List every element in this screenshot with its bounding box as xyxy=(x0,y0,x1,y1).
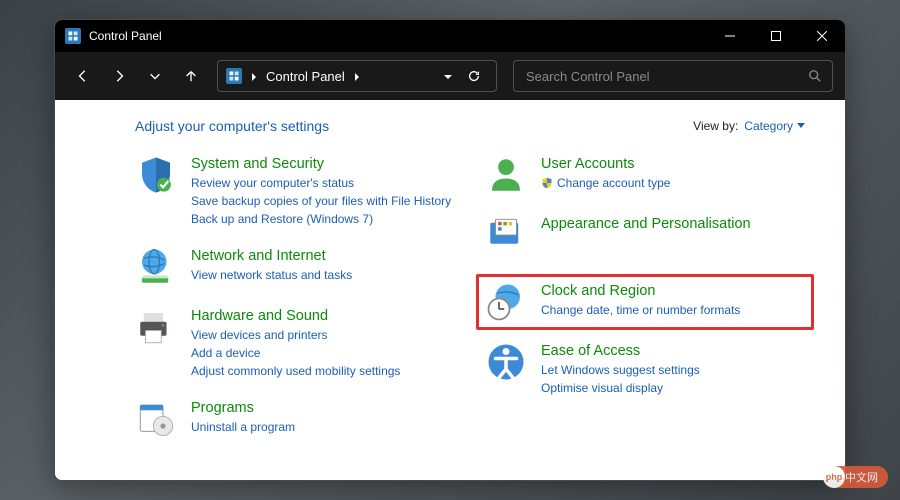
category-programs: Programs Uninstall a program xyxy=(135,398,455,440)
category-network: Network and Internet View network status… xyxy=(135,246,455,288)
category-sublink[interactable]: View network status and tasks xyxy=(191,266,352,284)
up-button[interactable] xyxy=(175,60,207,92)
forward-button[interactable] xyxy=(103,60,135,92)
content-area: Adjust your computer's settings View by:… xyxy=(55,100,845,480)
category-sublink[interactable]: Change account type xyxy=(541,174,670,192)
accessibility-icon xyxy=(485,341,527,383)
category-hardware: Hardware and Sound View devices and prin… xyxy=(135,306,455,380)
navigation-bar: Control Panel xyxy=(55,52,845,100)
appearance-icon xyxy=(485,214,527,256)
category-clock-region: Clock and Region Change date, time or nu… xyxy=(476,274,814,330)
category-sublink[interactable]: Uninstall a program xyxy=(191,418,295,436)
category-title[interactable]: Programs xyxy=(191,400,295,416)
search-icon xyxy=(808,69,822,83)
category-appearance: Appearance and Personalisation xyxy=(485,214,805,256)
category-sublink[interactable]: Add a device xyxy=(191,344,400,362)
minimize-button[interactable] xyxy=(707,20,753,52)
category-sublink[interactable]: Review your computer's status xyxy=(191,174,451,192)
close-button[interactable] xyxy=(799,20,845,52)
control-panel-breadcrumb-icon xyxy=(226,68,242,84)
category-sublink[interactable]: Optimise visual display xyxy=(541,379,700,397)
address-bar[interactable]: Control Panel xyxy=(217,60,497,92)
column-right: User Accounts Change account type Appear… xyxy=(485,154,805,440)
content-header: Adjust your computer's settings View by:… xyxy=(135,118,805,134)
titlebar: Control Panel xyxy=(55,20,845,52)
category-ease-of-access: Ease of Access Let Windows suggest setti… xyxy=(485,341,805,397)
view-by-dropdown[interactable]: Category xyxy=(744,119,805,133)
view-by-label: View by: xyxy=(693,119,738,133)
programs-icon xyxy=(135,398,177,440)
category-title[interactable]: Clock and Region xyxy=(541,283,740,299)
category-title[interactable]: Hardware and Sound xyxy=(191,308,400,324)
chevron-right-icon xyxy=(353,69,361,84)
watermark-badge: 中文网 xyxy=(825,466,888,488)
category-sublink[interactable]: Change date, time or number formats xyxy=(541,301,740,319)
recent-locations-button[interactable] xyxy=(139,60,171,92)
page-heading: Adjust your computer's settings xyxy=(135,118,693,134)
category-sublink[interactable]: Save backup copies of your files with Fi… xyxy=(191,192,451,210)
category-sublink[interactable]: View devices and printers xyxy=(191,326,400,344)
globe-network-icon xyxy=(135,246,177,288)
chevron-down-icon xyxy=(797,123,805,129)
refresh-button[interactable] xyxy=(460,62,488,90)
category-title[interactable]: Appearance and Personalisation xyxy=(541,216,751,232)
back-button[interactable] xyxy=(67,60,99,92)
breadcrumb-segment[interactable]: Control Panel xyxy=(266,69,345,84)
search-input[interactable] xyxy=(524,68,808,85)
user-icon xyxy=(485,154,527,196)
category-grid: System and Security Review your computer… xyxy=(135,154,805,440)
category-title[interactable]: System and Security xyxy=(191,156,451,172)
chevron-down-icon[interactable] xyxy=(444,69,452,84)
category-sublink[interactable]: Let Windows suggest settings xyxy=(541,361,700,379)
watermark-text: 中文网 xyxy=(845,469,878,485)
chevron-right-icon xyxy=(250,69,258,84)
column-left: System and Security Review your computer… xyxy=(135,154,455,440)
view-by-control: View by: Category xyxy=(693,119,805,133)
maximize-button[interactable] xyxy=(753,20,799,52)
category-sublink-text: Change account type xyxy=(557,174,670,192)
control-panel-app-icon xyxy=(65,28,81,44)
category-sublink[interactable]: Adjust commonly used mobility settings xyxy=(191,362,400,380)
view-by-value: Category xyxy=(744,119,793,133)
window-controls xyxy=(707,20,845,52)
category-title[interactable]: Network and Internet xyxy=(191,248,352,264)
category-user-accounts: User Accounts Change account type xyxy=(485,154,805,196)
uac-shield-icon xyxy=(541,177,553,189)
category-title[interactable]: User Accounts xyxy=(541,156,670,172)
category-sublink[interactable]: Back up and Restore (Windows 7) xyxy=(191,210,451,228)
clock-region-icon xyxy=(485,281,527,323)
control-panel-window: Control Panel Control Panel xyxy=(54,19,846,481)
search-bar[interactable] xyxy=(513,60,833,92)
category-system-security: System and Security Review your computer… xyxy=(135,154,455,228)
shield-icon xyxy=(135,154,177,196)
category-title[interactable]: Ease of Access xyxy=(541,343,700,359)
window-title: Control Panel xyxy=(89,29,707,43)
printer-icon xyxy=(135,306,177,348)
